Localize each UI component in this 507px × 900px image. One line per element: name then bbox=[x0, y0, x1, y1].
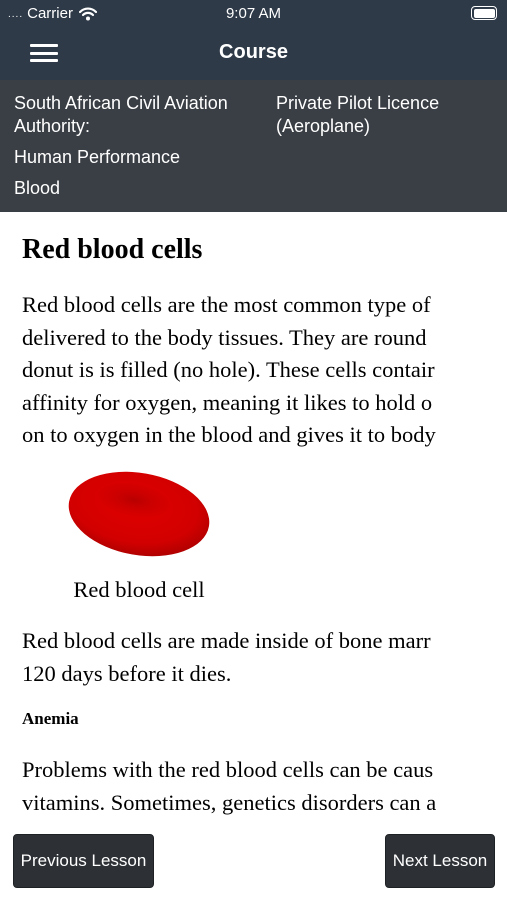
lesson-content[interactable]: Red blood cells Red blood cells are the … bbox=[0, 212, 507, 822]
lesson-title: Red blood cells bbox=[22, 234, 203, 265]
next-lesson-button[interactable]: Next Lesson bbox=[385, 834, 495, 888]
paragraph-line: Red blood cells are made inside of bone … bbox=[22, 628, 431, 653]
paragraph-line: 120 days before it dies. bbox=[22, 660, 232, 686]
paragraph-line: on to oxygen in the blood and gives it t… bbox=[22, 422, 436, 447]
course-topic: Blood bbox=[14, 178, 61, 198]
course-authority: South African Civil Aviation Authority: bbox=[14, 93, 228, 136]
paragraph-line: delivered to the body tissues. They are … bbox=[22, 324, 427, 350]
nav-title: Course bbox=[219, 41, 288, 63]
battery-icon bbox=[471, 6, 497, 20]
lesson-paragraph-3: Problems with the red blood cells can be… bbox=[22, 754, 436, 819]
course-licence: Private Pilot Licence (Aeroplane) bbox=[276, 93, 440, 136]
course-header: South African Civil Aviation Authority: … bbox=[0, 80, 507, 212]
previous-lesson-button[interactable]: Previous Lesson bbox=[13, 834, 154, 888]
lesson-paragraph-1: Red blood cells are the most common type… bbox=[22, 289, 436, 452]
lesson-paragraph-2: Red blood cells are made inside of bone … bbox=[22, 625, 431, 690]
status-time: 9:07 AM bbox=[225, 5, 282, 22]
figure-caption: Red blood cell bbox=[73, 577, 205, 602]
navigation-bar: Course bbox=[0, 28, 507, 80]
course-subject: Human Performance bbox=[14, 147, 181, 167]
paragraph-line: vitamins. Sometimes, genetics disorders … bbox=[22, 789, 437, 815]
paragraph-line: affinity for oxygen, meaning it likes to… bbox=[22, 389, 433, 415]
red-blood-cell-image bbox=[64, 468, 214, 560]
battery-level bbox=[473, 8, 495, 18]
section-heading: Anemia bbox=[22, 709, 79, 728]
paragraph-line: Problems with the red blood cells can be… bbox=[22, 757, 434, 782]
status-bar: .... Carrier 9:07 AM bbox=[0, 0, 507, 28]
paragraph-line: donut is is filled (no hole). These cell… bbox=[22, 357, 435, 382]
paragraph-line: Red blood cells are the most common type… bbox=[22, 292, 431, 317]
